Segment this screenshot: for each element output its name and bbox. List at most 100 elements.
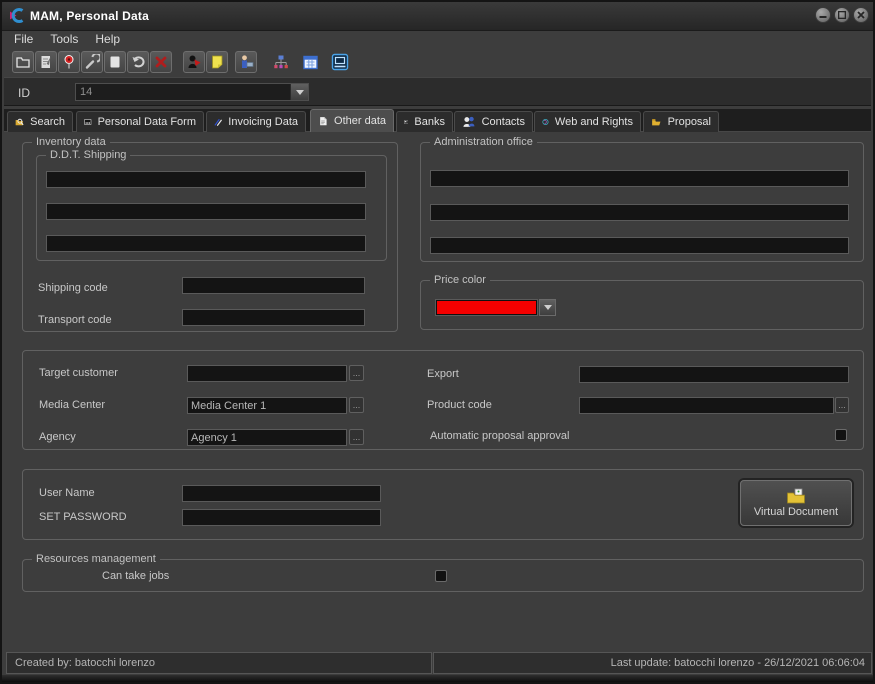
menu-help[interactable]: Help <box>93 31 129 49</box>
minimize-button[interactable] <box>815 7 831 23</box>
export-input[interactable] <box>579 366 849 383</box>
tab-search[interactable]: Search <box>7 111 73 132</box>
virtual-document-button-label: Virtual Document <box>754 506 838 518</box>
notes-icon <box>209 54 225 70</box>
status-last-update-panel: Last update: batocchi lorenzo - 26/12/20… <box>433 652 872 674</box>
logout-user-icon <box>186 54 202 70</box>
remote-desktop-icon <box>331 53 349 71</box>
ddt-shipping-line3-input[interactable] <box>46 235 366 252</box>
tab-label: Search <box>30 116 65 128</box>
price-color-picker[interactable] <box>435 299 538 316</box>
status-created-by-panel: Created by: batocchi lorenzo <box>6 652 432 674</box>
personal-data-form-icon <box>84 115 92 129</box>
inventory-data-group-title: Inventory data <box>32 136 110 148</box>
contacts-icon <box>462 115 476 129</box>
set-password-label: SET PASSWORD <box>39 511 127 523</box>
calendar-icon <box>302 54 319 71</box>
virtual-document-icon <box>786 488 806 504</box>
invoicing-data-icon <box>214 115 222 129</box>
set-password-input[interactable] <box>182 509 381 526</box>
window-title: MAM, Personal Data <box>30 9 149 23</box>
transport-code-label: Transport code <box>38 314 112 326</box>
undo-icon <box>130 54 146 70</box>
tab-label: Banks <box>414 116 445 128</box>
toolbar <box>2 49 873 77</box>
map-pin-icon <box>61 54 77 70</box>
banks-icon <box>404 115 408 129</box>
remote-desktop-button[interactable] <box>329 51 351 73</box>
status-last-update: Last update: batocchi lorenzo - 26/12/20… <box>611 657 865 669</box>
media-center-browse-button[interactable]: ... <box>349 397 364 413</box>
tab-other-data[interactable]: Other data <box>310 109 394 132</box>
chevron-down-icon <box>296 90 304 95</box>
shipping-code-input[interactable] <box>182 277 365 294</box>
close-button[interactable] <box>853 7 869 23</box>
agency-browse-button[interactable]: ... <box>349 429 364 445</box>
agency-label: Agency <box>39 431 76 443</box>
new-record-button[interactable] <box>104 51 126 73</box>
target-customer-input[interactable] <box>187 365 347 382</box>
id-row: ID 14 <box>4 77 871 106</box>
id-value: 14 <box>80 86 92 98</box>
web-rights-icon <box>542 115 549 129</box>
hierarchy-button[interactable] <box>269 51 291 73</box>
tab-label: Web and Rights <box>555 116 633 128</box>
open-folder-button[interactable] <box>12 51 34 73</box>
tab-contacts[interactable]: Contacts <box>454 111 533 132</box>
virtual-document-button[interactable]: Virtual Document <box>740 480 852 526</box>
tab-label: Invoicing Data <box>228 116 298 128</box>
media-center-input[interactable] <box>187 397 347 414</box>
id-combobox[interactable]: 14 <box>75 83 309 101</box>
menu-file[interactable]: File <box>12 31 42 49</box>
agency-input[interactable] <box>187 429 347 446</box>
user-name-input[interactable] <box>182 485 381 502</box>
maximize-button[interactable] <box>834 7 850 23</box>
employee-icon <box>238 54 254 70</box>
ddt-shipping-line2-input[interactable] <box>46 203 366 220</box>
menu-tools[interactable]: Tools <box>48 31 87 49</box>
logout-user-button[interactable] <box>183 51 205 73</box>
product-code-browse-button[interactable]: ... <box>835 397 849 413</box>
chevron-down-icon <box>544 305 552 310</box>
ddt-shipping-line1-input[interactable] <box>46 171 366 188</box>
shipping-code-label: Shipping code <box>38 282 108 294</box>
user-name-label: User Name <box>39 487 95 499</box>
tab-banks[interactable]: Banks <box>396 111 453 132</box>
target-customer-label: Target customer <box>39 367 118 379</box>
map-pin-button[interactable] <box>58 51 80 73</box>
can-take-jobs-checkbox[interactable] <box>435 570 447 582</box>
tab-label: Personal Data Form <box>98 116 196 128</box>
administration-line3-input[interactable] <box>430 237 849 254</box>
menu-bar: File Tools Help <box>2 31 135 49</box>
export-label: Export <box>427 368 459 380</box>
calendar-button[interactable] <box>299 51 321 73</box>
delete-button[interactable] <box>150 51 172 73</box>
tab-personal-data-form[interactable]: Personal Data Form <box>76 111 204 132</box>
tab-label: Contacts <box>482 116 525 128</box>
tab-web-and-rights[interactable]: Web and Rights <box>534 111 641 132</box>
target-customer-browse-button[interactable]: ... <box>349 365 364 381</box>
price-color-dropdown-button[interactable] <box>539 299 556 316</box>
id-label: ID <box>18 86 30 100</box>
notes-button[interactable] <box>206 51 228 73</box>
administration-office-group-title: Administration office <box>430 136 537 148</box>
employee-button[interactable] <box>235 51 257 73</box>
tab-invoicing-data[interactable]: Invoicing Data <box>206 111 306 132</box>
edit-record-button[interactable] <box>35 51 57 73</box>
app-logo-icon <box>9 7 26 24</box>
tools-icon <box>84 54 100 70</box>
transport-code-input[interactable] <box>182 309 365 326</box>
undo-button[interactable] <box>127 51 149 73</box>
product-code-input[interactable] <box>579 397 834 414</box>
automatic-proposal-approval-checkbox[interactable] <box>835 429 847 441</box>
id-dropdown-button[interactable] <box>290 84 308 100</box>
administration-line2-input[interactable] <box>430 204 849 221</box>
price-color-group-title: Price color <box>430 274 490 286</box>
tab-label: Other data <box>334 115 386 127</box>
administration-line1-input[interactable] <box>430 170 849 187</box>
tab-proposal[interactable]: Proposal <box>643 111 719 132</box>
delete-icon <box>153 54 169 70</box>
open-folder-icon <box>15 54 31 70</box>
title-bar: MAM, Personal Data <box>2 2 873 31</box>
tools-button[interactable] <box>81 51 103 73</box>
